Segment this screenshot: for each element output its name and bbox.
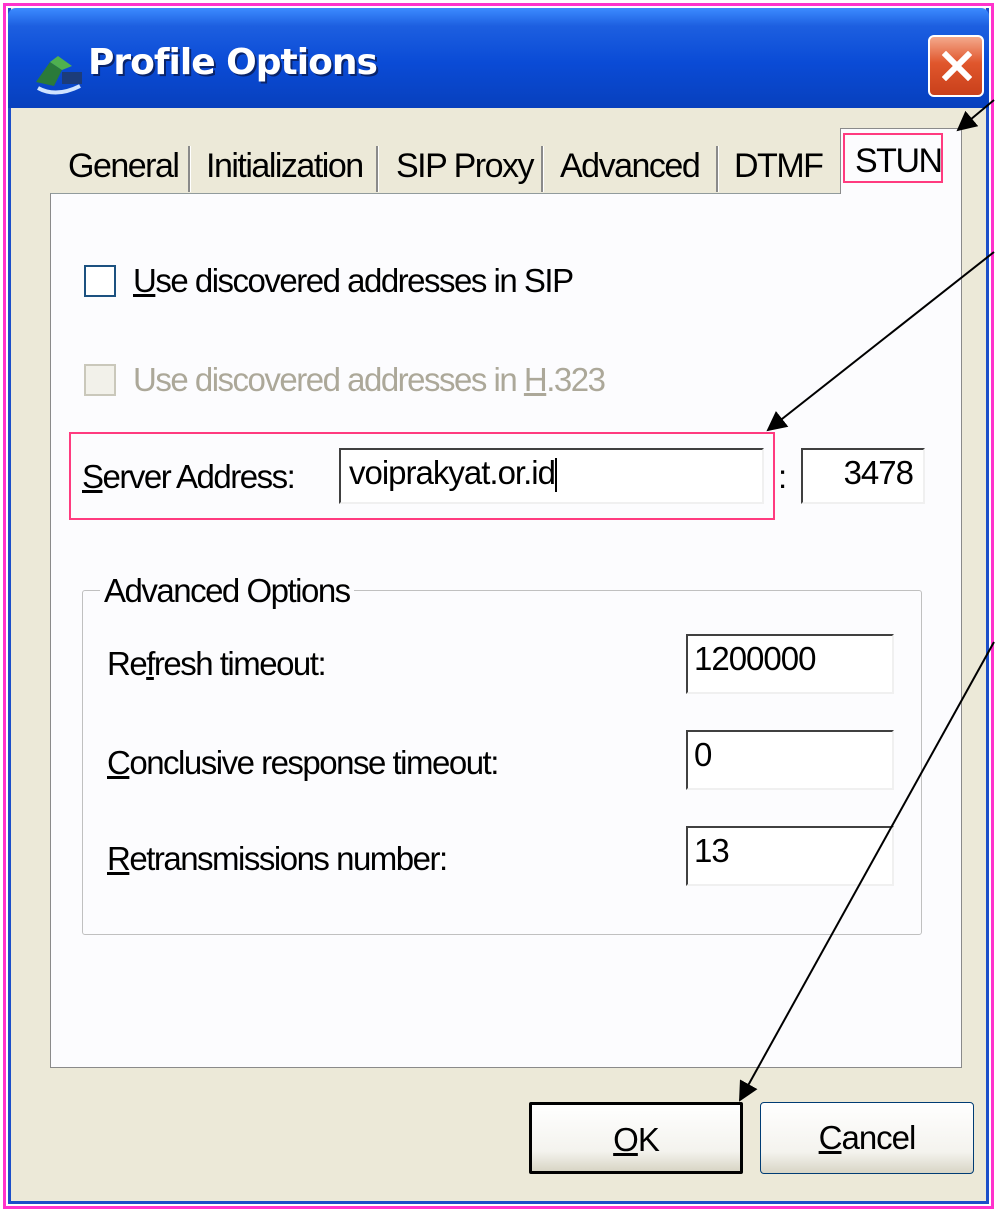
arrow-to-stun-tab [956,99,995,132]
annotation-arrows [739,99,995,1102]
arrow-to-server-address [766,251,995,432]
arrow-to-ok-button [739,641,995,1102]
